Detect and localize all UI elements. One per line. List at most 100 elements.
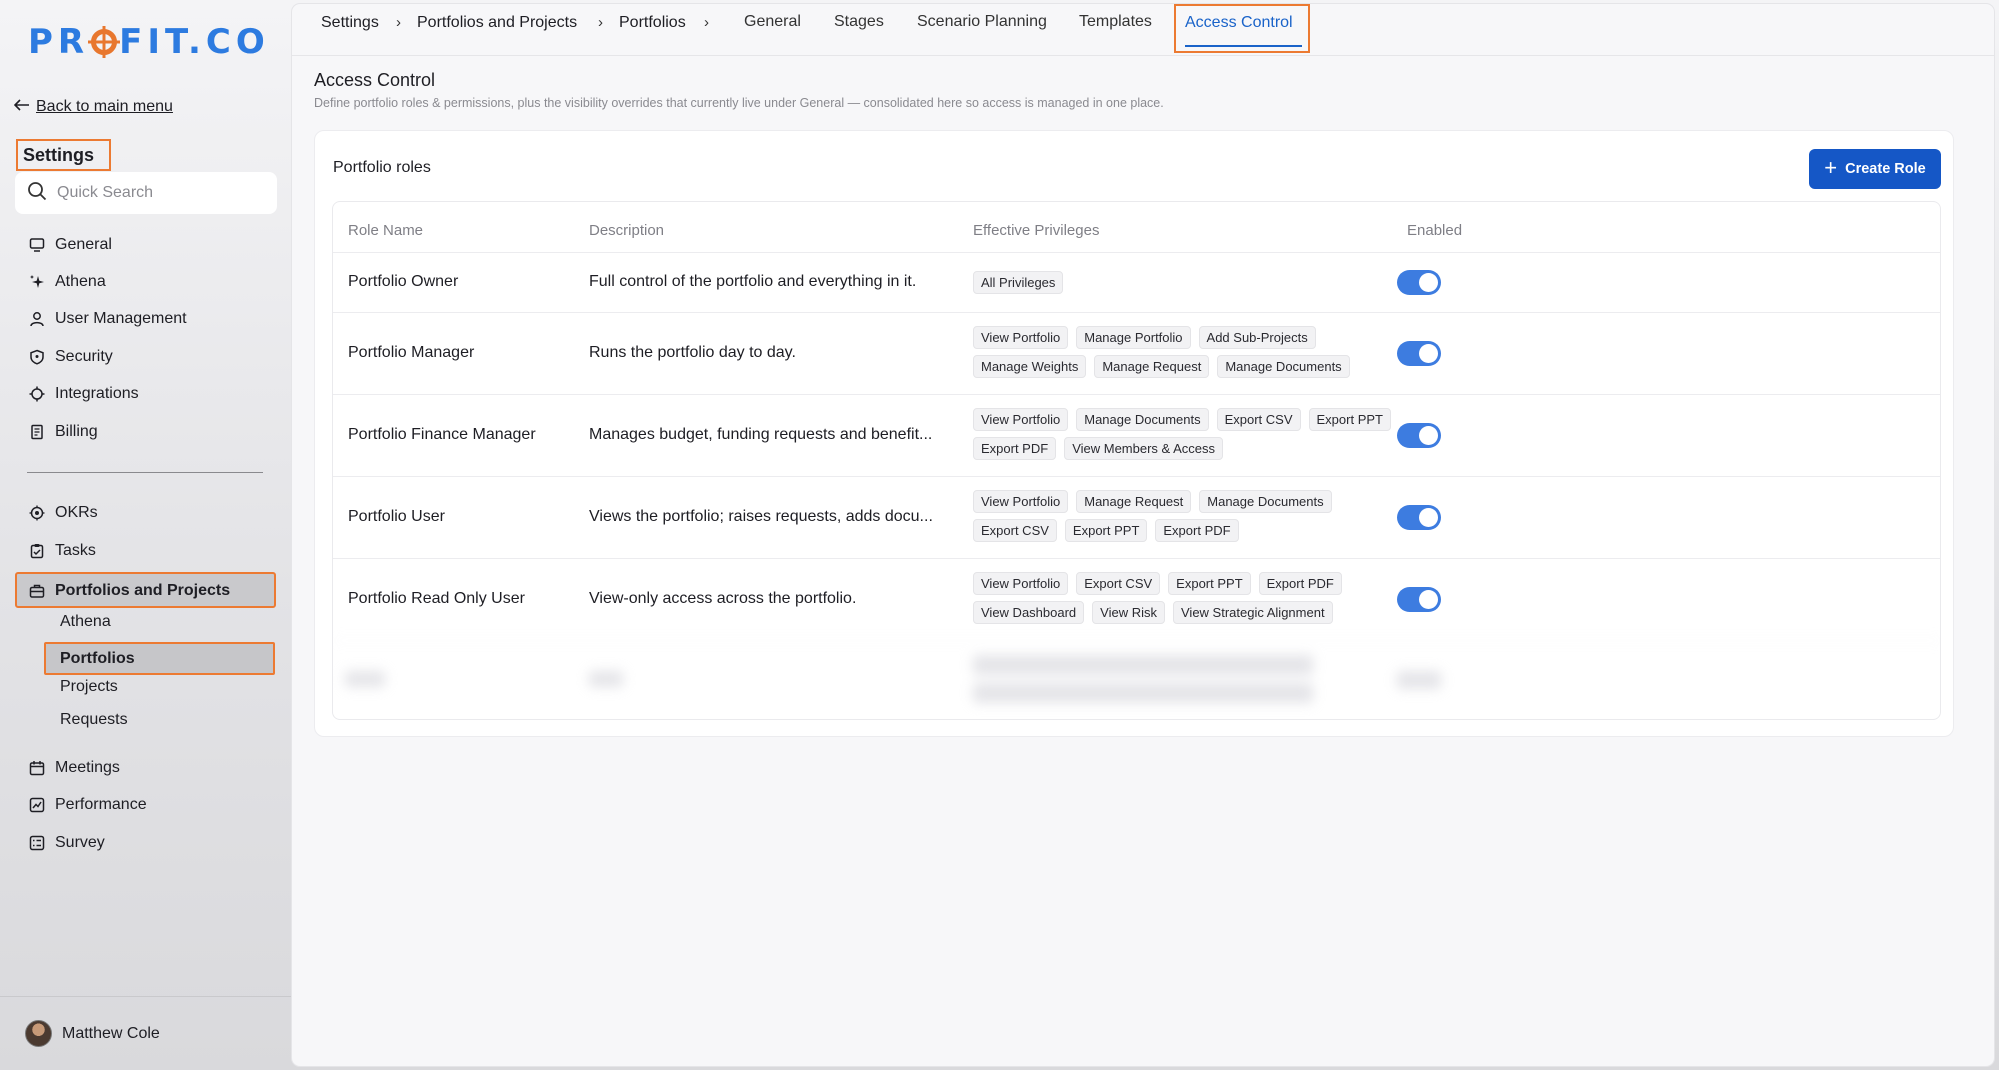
privilege-chip: Manage Request bbox=[1094, 355, 1210, 378]
privilege-chip: Export CSV bbox=[1216, 408, 1301, 431]
privilege-chip: Manage Documents bbox=[1199, 490, 1332, 513]
sidebar-item-label: User Management bbox=[55, 310, 187, 327]
breadcrumb-settings[interactable]: Settings bbox=[321, 14, 379, 32]
column-header-enabled: Enabled bbox=[1407, 222, 1463, 239]
role-description: View-only access across the portfolio. bbox=[589, 590, 857, 607]
sidebar-subitem-portfolios[interactable]: Portfolios bbox=[44, 642, 275, 675]
sidebar-item-general[interactable]: General bbox=[28, 233, 112, 257]
placeholder-block bbox=[973, 683, 1313, 703]
sidebar-item-label: Athena bbox=[55, 273, 106, 290]
chevron-right-icon: › bbox=[704, 14, 709, 31]
table-row[interactable]: Portfolio Read Only User View-only acces… bbox=[333, 558, 1940, 640]
breadcrumb-portfolios-and-projects[interactable]: Portfolios and Projects bbox=[417, 14, 577, 32]
role-name: Portfolio Finance Manager bbox=[348, 426, 536, 443]
logo-text-right: FIT.CO bbox=[119, 22, 270, 62]
user-name: Matthew Cole bbox=[62, 1024, 160, 1042]
sidebar-item-label: Tasks bbox=[55, 542, 96, 559]
sidebar-item-performance[interactable]: Performance bbox=[28, 793, 147, 817]
enabled-toggle[interactable] bbox=[1397, 270, 1441, 295]
create-role-label: Create Role bbox=[1845, 161, 1926, 177]
privilege-chip: View Portfolio bbox=[973, 490, 1069, 513]
create-role-button[interactable]: + Create Role bbox=[1809, 149, 1941, 189]
enabled-toggle[interactable] bbox=[1397, 587, 1441, 612]
privilege-chip: Manage Documents bbox=[1217, 355, 1350, 378]
quick-search-input[interactable] bbox=[57, 184, 257, 202]
privilege-chip: Manage Weights bbox=[973, 355, 1087, 378]
briefcase-icon bbox=[28, 583, 45, 600]
back-link-label: Back to main menu bbox=[36, 98, 173, 115]
calendar-icon bbox=[28, 760, 45, 777]
table-row[interactable]: Portfolio User Views the portfolio; rais… bbox=[333, 476, 1940, 558]
sidebar-item-portfolios-and-projects[interactable]: Portfolios and Projects bbox=[15, 572, 276, 608]
sidebar-item-security[interactable]: Security bbox=[28, 345, 113, 369]
privilege-chip: View Portfolio bbox=[973, 326, 1069, 349]
sidebar-item-label: General bbox=[55, 236, 112, 253]
sidebar-item-user-management[interactable]: User Management bbox=[28, 307, 187, 331]
table-row[interactable]: Portfolio Manager Runs the portfolio day… bbox=[333, 312, 1940, 394]
chevron-right-icon: › bbox=[396, 14, 401, 31]
privilege-chip: View Dashboard bbox=[973, 601, 1085, 624]
placeholder-block bbox=[1397, 671, 1441, 689]
tab-scenario-planning[interactable]: Scenario Planning bbox=[917, 13, 1047, 31]
privilege-chip: Export CSV bbox=[1076, 572, 1161, 595]
privilege-chips: View Portfolio Export CSV Export PPT Exp… bbox=[973, 572, 1403, 624]
privilege-chip: Export PDF bbox=[973, 437, 1057, 460]
privilege-chip: View Members & Access bbox=[1064, 437, 1223, 460]
sidebar-subitem-requests[interactable]: Requests bbox=[60, 711, 128, 729]
column-header-description: Description bbox=[589, 222, 665, 239]
privilege-chip: All Privileges bbox=[973, 271, 1064, 294]
privilege-chip: View Risk bbox=[1092, 601, 1165, 624]
privilege-chips: View Portfolio Manage Request Manage Doc… bbox=[973, 490, 1403, 542]
sidebar-item-okrs[interactable]: OKRs bbox=[28, 501, 98, 525]
privilege-chip: Manage Portfolio bbox=[1076, 326, 1191, 349]
chevron-right-icon: › bbox=[598, 14, 603, 31]
placeholder-block bbox=[345, 671, 385, 687]
quick-search-box[interactable] bbox=[15, 172, 277, 214]
sidebar-divider bbox=[27, 472, 263, 473]
role-name: Portfolio Read Only User bbox=[348, 590, 525, 607]
role-name: Portfolio User bbox=[348, 508, 445, 525]
sidebar-item-label: Survey bbox=[55, 834, 105, 851]
sidebar-item-label: Billing bbox=[55, 423, 98, 440]
tab-templates[interactable]: Templates bbox=[1079, 13, 1152, 31]
sidebar-item-athena[interactable]: Athena bbox=[28, 270, 106, 294]
sidebar-item-meetings[interactable]: Meetings bbox=[28, 756, 120, 780]
sidebar-item-label: Performance bbox=[55, 796, 147, 813]
sidebar-item-label: Portfolios and Projects bbox=[55, 582, 231, 599]
tab-stages[interactable]: Stages bbox=[834, 13, 884, 31]
sidebar-item-tasks[interactable]: Tasks bbox=[28, 539, 96, 563]
enabled-toggle[interactable] bbox=[1397, 423, 1441, 448]
sidebar-subitem-athena[interactable]: Athena bbox=[60, 613, 111, 631]
privilege-chip: Manage Documents bbox=[1076, 408, 1209, 431]
privilege-chips: All Privileges bbox=[973, 271, 1403, 294]
enabled-toggle[interactable] bbox=[1397, 341, 1441, 366]
role-description: Manages budget, funding requests and ben… bbox=[589, 426, 933, 443]
table-row[interactable]: Portfolio Owner Full control of the port… bbox=[333, 252, 1940, 312]
table-row[interactable]: Portfolio Finance Manager Manages budget… bbox=[333, 394, 1940, 476]
user-profile-bar[interactable]: Matthew Cole bbox=[0, 996, 292, 1070]
enabled-toggle[interactable] bbox=[1397, 505, 1441, 530]
tab-access-control[interactable]: Access Control bbox=[1174, 4, 1310, 53]
profit-co-logo[interactable]: PR FIT.CO bbox=[28, 22, 270, 62]
column-header-role-name: Role Name bbox=[348, 222, 424, 239]
privilege-chip: Add Sub-Projects bbox=[1198, 326, 1316, 349]
sidebar-item-label: Meetings bbox=[55, 759, 120, 776]
sidebar-item-integrations[interactable]: Integrations bbox=[28, 382, 139, 406]
role-description: Views the portfolio; raises requests, ad… bbox=[589, 508, 933, 525]
sidebar-subitem-projects[interactable]: Projects bbox=[60, 678, 118, 696]
roles-table: Role Name Description Effective Privileg… bbox=[332, 201, 1941, 720]
back-to-main-menu-link[interactable]: Back to main menu bbox=[13, 98, 173, 116]
sidebar-item-billing[interactable]: Billing bbox=[28, 420, 98, 444]
privilege-chip: Export PDF bbox=[1258, 572, 1342, 595]
tab-general[interactable]: General bbox=[744, 13, 801, 31]
breadcrumb-portfolios[interactable]: Portfolios bbox=[619, 14, 686, 32]
main-panel: Settings › Portfolios and Projects › Por… bbox=[292, 4, 1994, 1066]
role-name: Portfolio Owner bbox=[348, 273, 459, 290]
role-description: Full control of the portfolio and everyt… bbox=[589, 273, 917, 290]
column-header-effective-privileges: Effective Privileges bbox=[973, 222, 1100, 239]
sidebar-subitem-label: Portfolios bbox=[60, 650, 135, 667]
portfolio-roles-card: Portfolio roles + Create Role Role Name … bbox=[314, 130, 1954, 737]
privilege-chips: View Portfolio Manage Documents Export C… bbox=[973, 408, 1403, 460]
sidebar-item-survey[interactable]: Survey bbox=[28, 831, 105, 855]
privilege-chip: Export PDF bbox=[1155, 519, 1239, 542]
